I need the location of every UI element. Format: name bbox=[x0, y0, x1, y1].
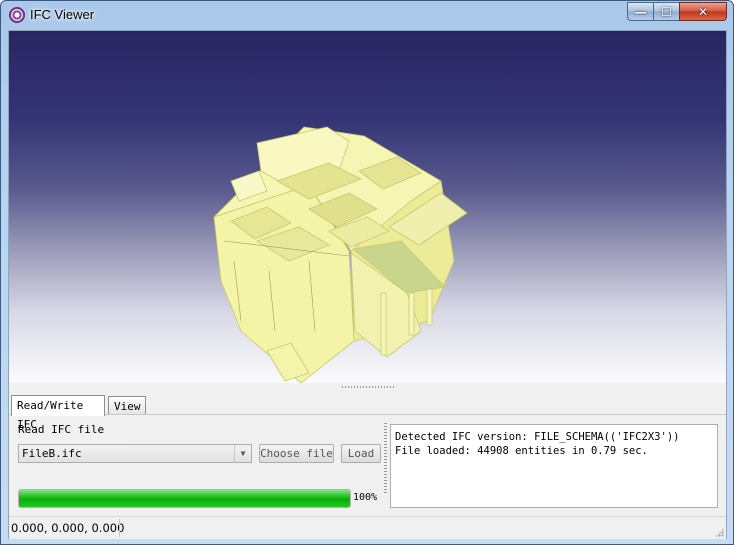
choose-file-button[interactable]: Choose file bbox=[259, 444, 334, 463]
ifc-app-icon[interactable] bbox=[9, 7, 25, 23]
title-bar[interactable]: IFC Viewer — ☐ ✕ bbox=[1, 1, 733, 29]
tab-read-write-ifc[interactable]: Read/Write IFC bbox=[11, 395, 105, 431]
progress-percent: 100% bbox=[353, 492, 378, 503]
maximize-button[interactable]: ☐ bbox=[653, 2, 680, 21]
file-combo-value: FileB.ifc bbox=[22, 447, 82, 460]
coordinate-readout: 0.000, 0.000, 0.000 bbox=[11, 521, 125, 535]
read-write-panel: Read IFC file FileB.ifc ▼ Choose file Lo… bbox=[9, 414, 726, 517]
load-progress-bar bbox=[18, 489, 351, 508]
app-window: IFC Viewer — ☐ ✕ Read/Write IFC View Rea… bbox=[0, 0, 734, 545]
log-line: File loaded: 44908 entities in 0.79 sec. bbox=[395, 445, 648, 457]
resize-grip-icon[interactable] bbox=[715, 528, 724, 537]
client-area: Read/Write IFC View Read IFC file FileB.… bbox=[8, 30, 727, 539]
chevron-down-icon[interactable]: ▼ bbox=[234, 445, 251, 462]
tab-view[interactable]: View bbox=[108, 396, 146, 415]
log-output[interactable]: Detected IFC version: FILE_SCHEMA(('IFC2… bbox=[390, 424, 718, 508]
load-button[interactable]: Load bbox=[341, 444, 381, 463]
log-line: Detected IFC version: FILE_SCHEMA(('IFC2… bbox=[395, 431, 680, 443]
porch-column bbox=[408, 292, 415, 336]
minimize-button[interactable]: — bbox=[627, 2, 654, 21]
splitter-grip[interactable] bbox=[342, 386, 396, 388]
window-title: IFC Viewer bbox=[30, 7, 95, 22]
status-separator bbox=[119, 519, 120, 537]
porch-column bbox=[380, 292, 387, 356]
maximize-icon: ☐ bbox=[661, 4, 672, 19]
minimize-icon: — bbox=[634, 4, 647, 19]
close-button[interactable]: ✕ bbox=[679, 2, 727, 21]
vertical-splitter[interactable] bbox=[384, 423, 387, 493]
porch-column bbox=[426, 288, 433, 326]
building-model[interactable] bbox=[9, 31, 726, 383]
close-icon: ✕ bbox=[697, 4, 709, 19]
progress-fill bbox=[19, 490, 350, 507]
status-bar: 0.000, 0.000, 0.000 bbox=[9, 516, 726, 539]
file-combo[interactable]: FileB.ifc ▼ bbox=[18, 444, 252, 463]
3d-viewport[interactable] bbox=[9, 31, 726, 383]
horizontal-splitter[interactable] bbox=[9, 383, 726, 391]
